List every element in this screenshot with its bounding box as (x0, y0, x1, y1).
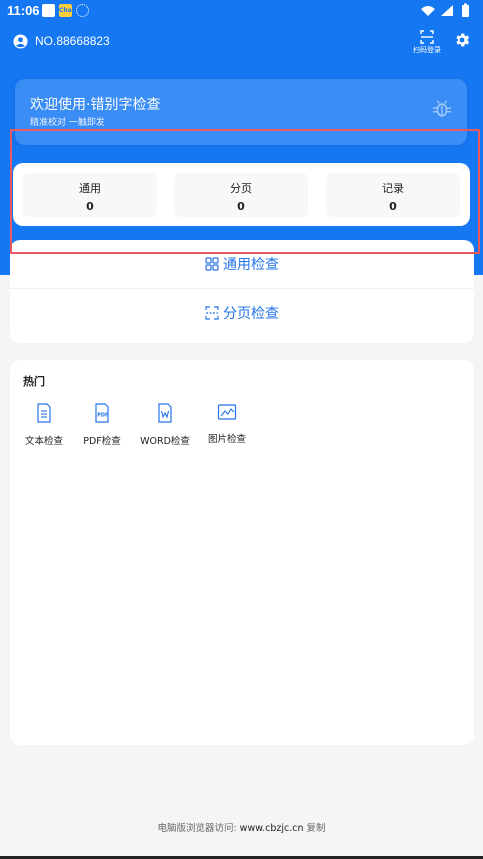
paged-check-label: 分页检查 (223, 305, 279, 322)
notification-chat-icon: Chat (59, 4, 75, 17)
image-doc-icon (217, 404, 237, 420)
bug-icon (432, 100, 452, 117)
check-options-card: 通用检查 分页检查 (10, 240, 474, 343)
scan-login-button[interactable]: 扫码登录 (407, 30, 447, 60)
status-bar: 11:06 Chat (0, 0, 483, 22)
pdf-check-label: PDF检查 (83, 436, 121, 447)
svg-text:PDF: PDF (97, 413, 108, 419)
highlight-frame (10, 129, 480, 254)
footer: 电脑版浏览器访问: www.cbzjc.cn 复制 (0, 820, 483, 834)
welcome-subtitle: 精准校对 一触即发 (30, 118, 105, 128)
general-check-label: 通用检查 (223, 257, 279, 273)
copy-link[interactable]: 复制 (307, 823, 326, 834)
text-check-label: 文本检查 (24, 436, 63, 447)
text-doc-icon (37, 403, 51, 423)
scan-login-label: 扫码登录 (413, 46, 441, 54)
footer-prefix: 电脑版浏览器访问: (157, 823, 237, 834)
status-time: 11:06 (7, 3, 40, 18)
image-check-tool[interactable]: 图片检查 (206, 403, 248, 446)
pdf-check-tool[interactable]: PDF PDF检查 (81, 403, 123, 448)
welcome-title: 欢迎使用·错别字检查 (30, 97, 161, 113)
account-info[interactable]: NO.88668823 (13, 32, 110, 50)
gear-icon[interactable] (453, 31, 471, 49)
word-doc-icon (158, 403, 172, 423)
paging-icon (205, 305, 219, 320)
hot-tools-card: 热门 文本检查 PDF PDF检查 WORD检查 图片检查 (10, 360, 474, 745)
scan-icon (420, 30, 434, 44)
paged-check-button[interactable]: 分页检查 (10, 288, 474, 336)
pdf-doc-icon: PDF (95, 403, 109, 423)
account-number: NO.88668823 (35, 34, 110, 48)
user-avatar-icon (13, 33, 28, 49)
image-check-label: 图片检查 (207, 434, 246, 445)
notification-loading-icon (76, 4, 89, 17)
notification-app-icon (42, 4, 55, 17)
text-check-tool[interactable]: 文本检查 (23, 403, 65, 448)
status-signal-icons (421, 3, 469, 17)
word-check-label: WORD检查 (140, 436, 190, 447)
footer-url[interactable]: www.cbzjc.cn (240, 823, 304, 834)
hot-heading: 热门 (23, 375, 45, 388)
grid-icon (205, 257, 219, 271)
word-check-tool[interactable]: WORD检查 (139, 403, 191, 448)
